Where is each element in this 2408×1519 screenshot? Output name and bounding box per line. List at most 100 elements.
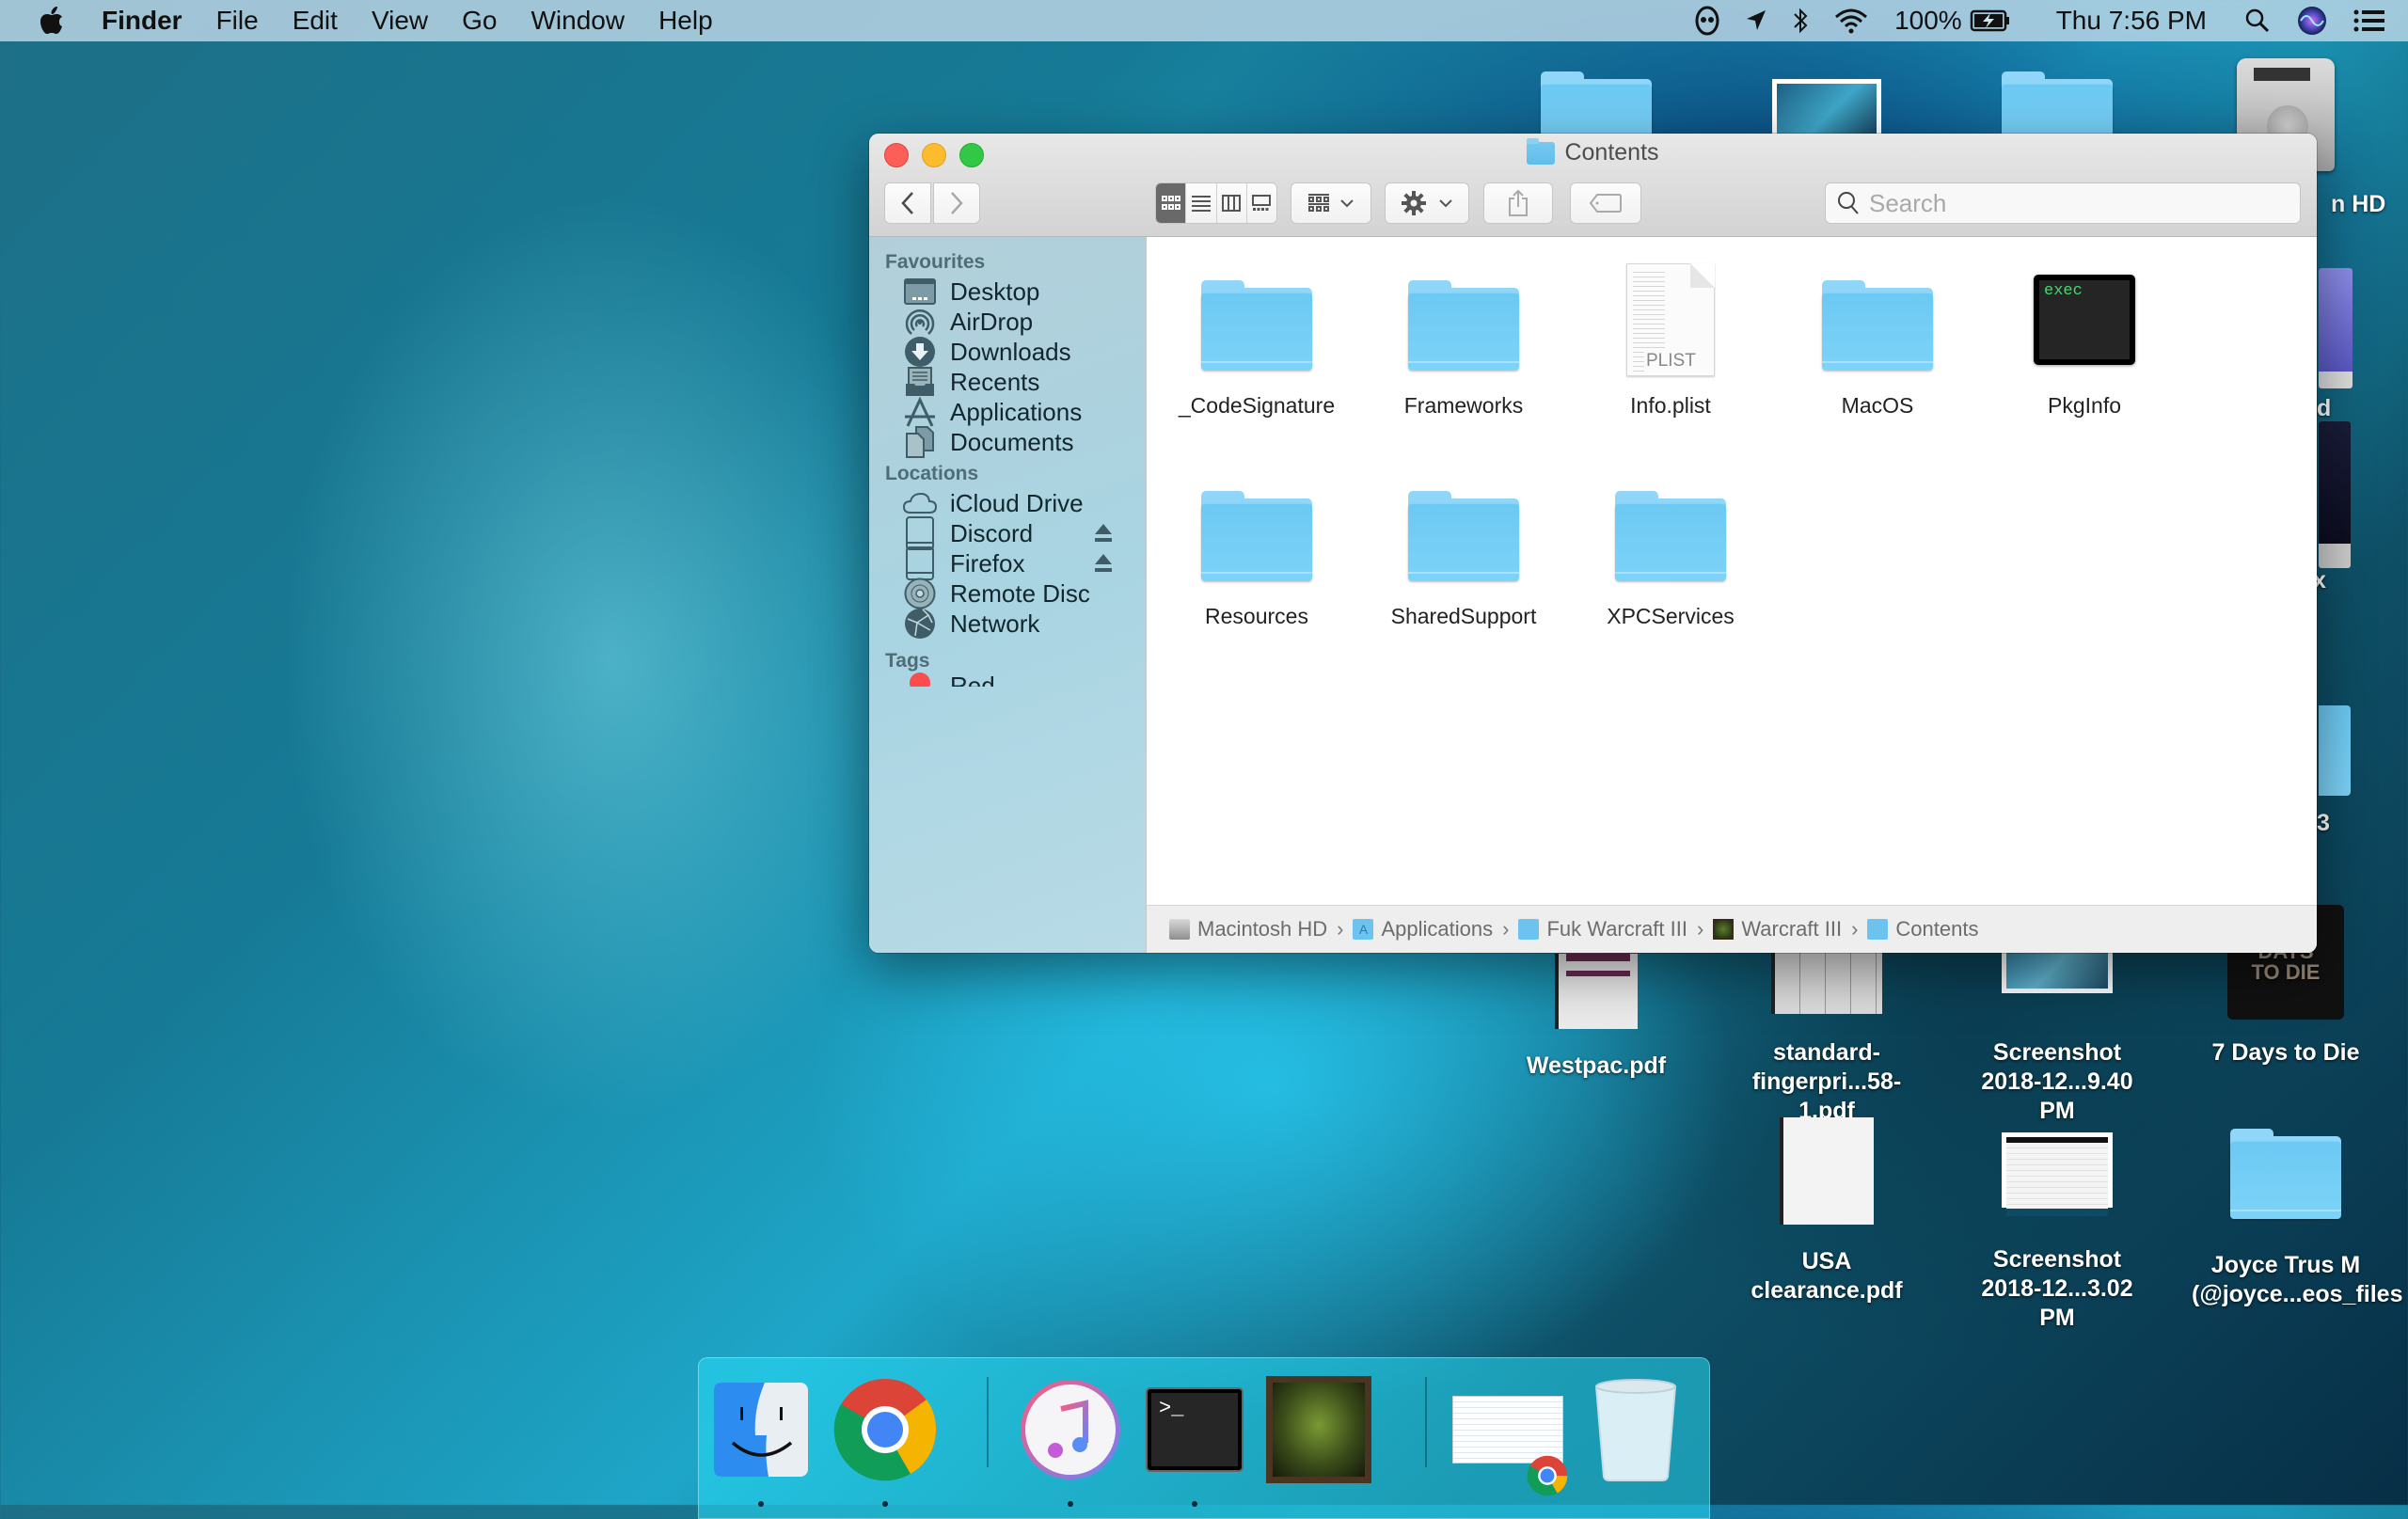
folder-icon [1201,280,1312,371]
path-item-macintosh-hd[interactable]: Macintosh HD [1169,917,1327,941]
menu-view[interactable]: View [372,6,428,36]
tags-button[interactable] [1570,182,1641,224]
desktop-item-discord-drive[interactable]: d [2309,268,2403,423]
desktop-item-westpac-pdf[interactable]: Westpac.pdf [1502,941,1690,1081]
path-separator-icon: › [1337,917,1344,941]
window-title-text: Contents [1564,139,1659,166]
desktop-item-joyce-folder[interactable]: Joyce Trus M (@joyce...eos_files [2192,1129,2402,1309]
trash-icon [1594,1379,1677,1481]
window-title: Contents [869,137,2317,166]
dock-separator [1425,1377,1427,1467]
file-item-info-plist[interactable]: PLIST Info.plist [1576,263,1765,419]
running-indicator [1068,1501,1073,1507]
path-item-warcraft-iii[interactable]: Warcraft III [1713,917,1842,941]
chevron-down-icon [1340,199,1354,208]
siri-icon[interactable] [2297,6,2327,36]
menu-edit[interactable]: Edit [293,6,338,36]
desktop-item-usa-clearance-pdf[interactable]: USA clearance.pdf [1733,1117,1921,1305]
file-item-frameworks[interactable]: Frameworks [1370,263,1558,419]
file-item-sharedsupport[interactable]: SharedSupport [1370,474,1558,629]
dock-item-itunes[interactable] [1018,1375,1123,1507]
dock-item-finder[interactable] [708,1375,814,1507]
dock-item-terminal[interactable]: >_ [1142,1375,1247,1507]
path-item-contents[interactable]: Contents [1867,917,1978,941]
desktop-item-folder-3[interactable]: 3 [2309,705,2403,838]
path-separator-icon: › [1851,917,1859,941]
location-services-icon[interactable] [1746,9,1766,32]
running-indicator [758,1501,764,1507]
terminal-prompt: >_ [1151,1393,1238,1466]
sidebar-item-tag-red[interactable]: Red [903,666,1138,687]
dock-item-chrome-document[interactable] [1450,1375,1568,1496]
dock-item-google-chrome[interactable] [832,1375,938,1507]
group-by-button[interactable] [1291,182,1371,224]
desktop-item-screenshot-3[interactable]: Screenshot 2018-12...3.02 PM [1963,1132,2151,1333]
desktop-item-label: USA clearance.pdf [1751,1248,1903,1304]
folder-icon [1822,280,1933,371]
usb-drive-icon [2319,268,2353,388]
chevron-left-icon [901,192,913,214]
eject-icon[interactable] [1093,552,1114,575]
share-icon [1509,189,1528,216]
plist-document-icon: PLIST [1626,263,1715,376]
file-item-macos[interactable]: MacOS [1783,263,1972,419]
sidebar-item-network[interactable]: Network [903,605,1138,642]
bluetooth-icon[interactable] [1793,7,1808,35]
search-input[interactable] [1867,187,2247,219]
sidebar-item-label: Remote Disc [950,578,1090,608]
running-indicator [882,1501,888,1507]
menu-finder[interactable]: Finder [102,6,182,36]
chevron-right-icon [951,192,963,214]
spotlight-search-icon[interactable] [2244,8,2271,34]
dock-item-trash[interactable] [1583,1375,1688,1484]
sidebar-item-documents[interactable]: Documents [903,423,1138,461]
notification-center-icon[interactable] [2353,8,2385,33]
file-name: MacOS [1841,393,1914,418]
menu-window[interactable]: Window [531,6,625,36]
gallery-view-button[interactable] [1245,183,1276,223]
path-separator-icon: › [1502,917,1510,941]
apple-icon [40,7,62,34]
wifi-icon[interactable] [1834,8,1868,34]
pdf-document-icon [1780,1117,1874,1225]
sidebar-item-label: Desktop [950,277,1040,306]
menu-help[interactable]: Help [658,6,713,36]
file-item-codesignature[interactable]: _CodeSignature [1163,263,1351,419]
ghostery-icon[interactable] [1695,6,1719,36]
desktop-item-firefox-drive[interactable]: x [2309,421,2403,595]
desktop-item-label: 7 Days to Die [2211,1039,2360,1066]
dock-item-warcraft-iii[interactable] [1266,1375,1371,1484]
path-item-fuk-warcraft-iii[interactable]: Fuk Warcraft III [1518,917,1687,941]
apple-menu[interactable] [38,5,66,37]
share-button[interactable] [1483,182,1553,224]
list-view-button[interactable] [1185,183,1216,223]
dock: >_ [698,1357,1710,1519]
icon-view-button[interactable] [1156,183,1186,223]
sidebar-heading-locations: Locations [885,463,979,484]
desktop-item-screenshot-2[interactable]: Screenshot 2018-12...9.40 PM [1963,941,2151,1126]
sidebar-item-label: iCloud Drive [950,488,1084,517]
action-menu-button[interactable] [1385,182,1469,224]
back-button[interactable] [884,182,931,224]
battery-percentage[interactable]: 100% [1894,6,1962,36]
exec-badge: exec [2039,280,2130,359]
tag-icon [1590,194,1622,213]
file-item-xpcservices[interactable]: XPCServices [1576,474,1765,629]
desktop-item-label: standard- fingerpri...58-1.pdf [1751,1039,1902,1124]
menu-file[interactable]: File [216,6,259,36]
chrome-badge-icon [1527,1455,1568,1496]
search-field[interactable] [1825,182,2301,224]
forward-button[interactable] [933,182,980,224]
desktop-item-label: 3 [2317,810,2330,836]
battery-charging-icon[interactable] [1970,9,2011,32]
file-item-pkginfo[interactable]: exec PkgInfo [1990,263,2178,419]
menu-go[interactable]: Go [462,6,497,36]
eject-icon[interactable] [1093,522,1114,545]
path-item-label: Macintosh HD [1197,917,1328,941]
desktop-item-fingerprint-pdf[interactable]: standard- fingerpri...58-1.pdf [1733,941,1921,1126]
sidebar-item-label: Network [950,609,1040,638]
column-view-button[interactable] [1215,183,1246,223]
path-item-applications[interactable]: A Applications [1353,917,1493,941]
file-item-resources[interactable]: Resources [1163,474,1351,629]
clock[interactable]: Thu 7:56 PM [2056,6,2207,36]
